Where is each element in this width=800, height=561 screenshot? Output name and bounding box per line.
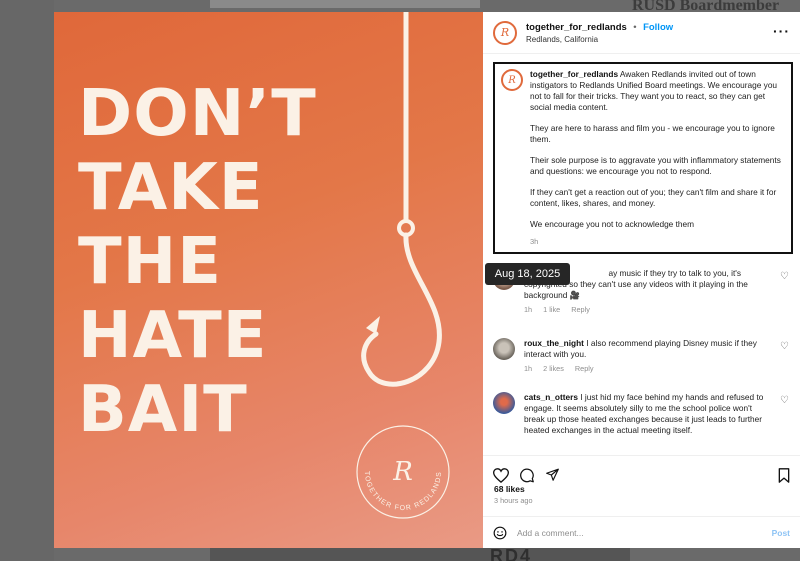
commenter-avatar[interactable] [493,392,515,414]
comment-icon[interactable] [519,468,535,483]
caption-text: together_for_redlands Awaken Redlands in… [530,69,785,252]
background-bottom-text: RD4 [490,546,533,561]
post-headline: DON’T TAKE THE HATE BAIT [78,78,408,448]
more-options-icon[interactable]: ··· [773,23,790,39]
avatar[interactable]: R [501,69,523,91]
brand-logo: R TOGETHER FOR REDLANDS [356,425,450,519]
post-comment-button[interactable]: Post [772,528,790,538]
caption-paragraph: Their sole purpose is to aggravate you w… [530,155,781,176]
caption-paragraph: We encourage you not to acknowledge them [530,219,695,229]
background-page-strip-bottom [210,548,630,561]
comment-input[interactable]: Add a comment... [517,528,772,538]
comment-body: cats_n_otters I just hid my face behind … [524,392,764,436]
comment-meta: 1h 1 like Reply [524,304,764,315]
comment-item: cats_n_otters I just hid my face behind … [493,392,793,436]
reply-button[interactable]: Reply [571,305,590,314]
svg-text:R: R [392,457,413,487]
comment-likes[interactable]: 1 like [543,305,560,314]
commenter-avatar[interactable] [493,338,515,360]
comment-time: 1h [524,305,533,314]
like-count[interactable]: 68 likes [494,484,525,494]
comment-time: 1h [524,364,533,373]
emoji-icon[interactable] [493,526,507,540]
post-timestamp: 3 hours ago [494,496,533,505]
share-icon[interactable] [545,468,560,482]
post-modal: DON’T TAKE THE HATE BAIT R TOGETHER FOR … [54,12,800,548]
post-actions-bar [483,455,800,483]
date-tooltip: Aug 18, 2025 [485,263,570,285]
bookmark-icon[interactable] [778,468,790,483]
heart-icon[interactable] [493,468,509,483]
username-link[interactable]: together_for_redlands [526,22,627,33]
headline-line: TAKE [78,151,264,225]
comment-username[interactable]: roux_the_night [524,338,584,348]
caption-paragraph: If they can't get a reaction out of you;… [530,187,777,208]
comment-item: roux_the_night I also recommend playing … [493,338,793,374]
caption-paragraph: They are here to harass and film you - w… [530,123,775,144]
headline-line: THE [78,225,222,299]
caption-timestamp: 3h [530,237,539,246]
background-page-strip [210,0,480,8]
comment-likes[interactable]: 2 likes [543,364,564,373]
like-comment-icon[interactable]: ♡ [780,341,789,352]
caption-username[interactable]: together_for_redlands [530,69,618,79]
header-text: together_for_redlands • Follow Redlands,… [526,20,673,46]
comment-username[interactable]: cats_n_otters [524,392,578,402]
like-comment-icon[interactable]: ♡ [780,395,789,406]
avatar[interactable]: R [493,20,517,45]
background-headline: RUSD Boardmember [632,0,780,12]
reply-button[interactable]: Reply [575,364,594,373]
post-image[interactable]: DON’T TAKE THE HATE BAIT R TOGETHER FOR … [54,12,483,548]
location-link[interactable]: Redlands, California [526,34,673,46]
follow-button[interactable]: Follow [643,22,673,33]
post-header: R together_for_redlands • Follow Redland… [483,12,800,54]
caption-highlight-box: R together_for_redlands Awaken Redlands … [493,62,793,254]
add-comment-bar: Add a comment... Post [483,516,800,548]
like-comment-icon[interactable]: ♡ [780,271,789,282]
background-overlay-left [0,0,54,561]
separator: • [633,21,637,33]
comment-meta: 1h 2 likes Reply [524,363,764,374]
headline-line: DON’T [78,77,317,151]
comment-body: roux_the_night I also recommend playing … [524,338,764,374]
headline-line: HATE [78,299,268,373]
